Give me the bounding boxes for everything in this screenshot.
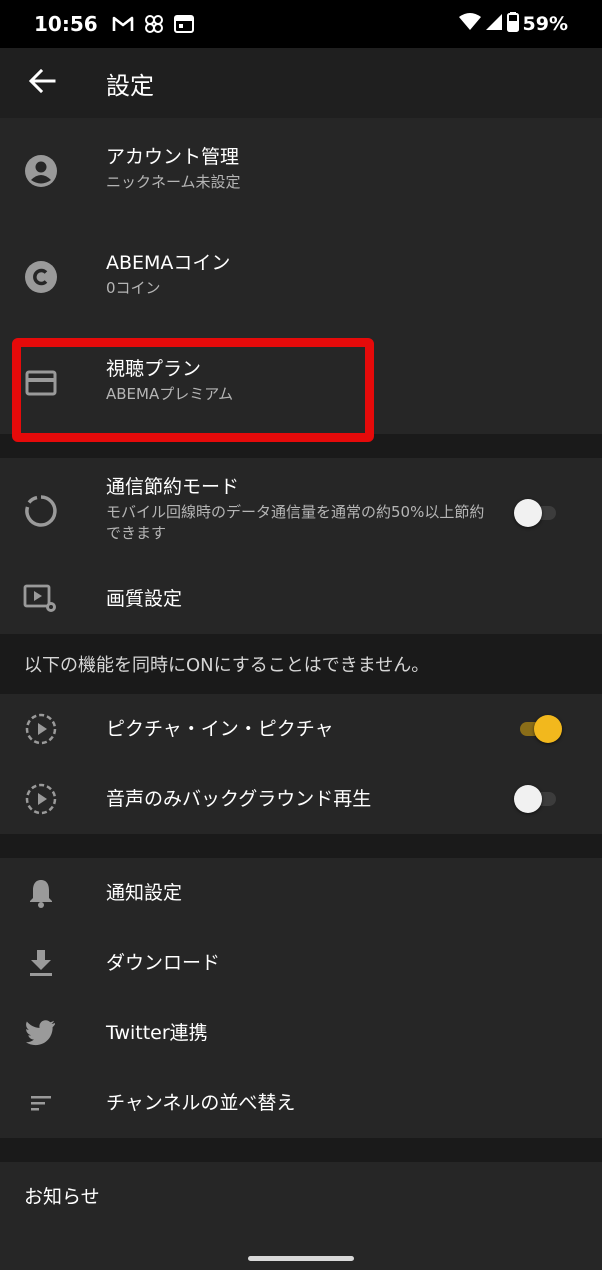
signal-icon (485, 13, 503, 35)
picture-in-picture-toggle[interactable] (514, 712, 562, 746)
settings-item-title: チャンネルの並べ替え (106, 1092, 296, 1114)
back-button[interactable] (12, 53, 72, 113)
wifi-icon (458, 13, 481, 35)
app-bar: 設定 (0, 48, 602, 118)
coin-icon (22, 258, 60, 296)
toggle-thumb (514, 499, 542, 527)
video-settings-icon (22, 580, 60, 618)
settings-item-title: 画質設定 (106, 588, 183, 610)
highlight-box (12, 338, 374, 442)
battery-icon (506, 12, 519, 36)
settings-item-title: 通信節約モード (106, 476, 240, 498)
page-title: 設定 (106, 71, 154, 100)
settings-item-channel-sort[interactable]: チャンネルの並べ替え (0, 1068, 602, 1138)
status-bar: 10:56 59% (0, 0, 602, 48)
settings-item-quality[interactable]: 画質設定 (0, 564, 602, 634)
settings-item-title: ピクチャ・イン・ピクチャ (106, 718, 334, 740)
settings-item-news[interactable]: お知らせ (0, 1162, 602, 1232)
exclusive-notice: 以下の機能を同時にONにすることはできません。 (0, 634, 602, 694)
settings-item-data-saver[interactable]: 通信節約モード モバイル回線時のデータ通信量を通常の約50%以上節約できます (0, 458, 602, 564)
download-icon (22, 944, 60, 982)
status-time: 10:56 (34, 12, 98, 36)
pinwheel-icon (144, 14, 164, 34)
settings-item-title: ダウンロード (106, 952, 221, 974)
settings-item-subtitle: モバイル回線時のデータ通信量を通常の約50%以上節約できます (106, 503, 485, 542)
settings-item-background-play[interactable]: 音声のみバックグラウンド再生 (0, 764, 602, 834)
settings-item-account[interactable]: アカウント管理 ニックネーム未設定 (0, 118, 602, 224)
sort-icon (22, 1084, 60, 1122)
settings-item-title: ABEMAコイン (106, 252, 231, 274)
settings-item-title: 音声のみバックグラウンド再生 (106, 788, 372, 810)
settings-item-title: アカウント管理 (106, 146, 240, 168)
arrow-left-icon (28, 68, 56, 97)
status-system-icons: 59% (458, 12, 568, 36)
bell-icon (22, 874, 60, 912)
settings-item-download[interactable]: ダウンロード (0, 928, 602, 998)
toggle-thumb (534, 715, 562, 743)
account-circle-icon (22, 152, 60, 190)
background-play-icon (22, 780, 60, 818)
settings-item-title: お知らせ (24, 1186, 100, 1208)
calendar-icon (173, 15, 194, 33)
settings-item-title: 通知設定 (106, 882, 183, 904)
settings-item-notifications[interactable]: 通知設定 (0, 858, 602, 928)
settings-item-picture-in-picture[interactable]: ピクチャ・イン・ピクチャ (0, 694, 602, 764)
background-play-toggle[interactable] (514, 782, 562, 816)
settings-item-subtitle: 0コイン (106, 279, 161, 297)
gmail-icon (112, 15, 134, 33)
picture-in-picture-icon (22, 710, 60, 748)
twitter-icon (22, 1014, 60, 1052)
status-notification-icons (112, 14, 194, 34)
settings-item-abema-coin[interactable]: ABEMAコイン 0コイン (0, 224, 602, 330)
battery-percent: 59% (522, 13, 568, 35)
toggle-thumb (514, 785, 542, 813)
home-indicator[interactable] (248, 1256, 354, 1261)
settings-item-twitter[interactable]: Twitter連携 (0, 998, 602, 1068)
data-saver-toggle[interactable] (514, 496, 562, 530)
settings-item-subtitle: ニックネーム未設定 (106, 173, 241, 191)
settings-item-title: Twitter連携 (106, 1022, 208, 1044)
data-saver-icon (22, 492, 60, 530)
